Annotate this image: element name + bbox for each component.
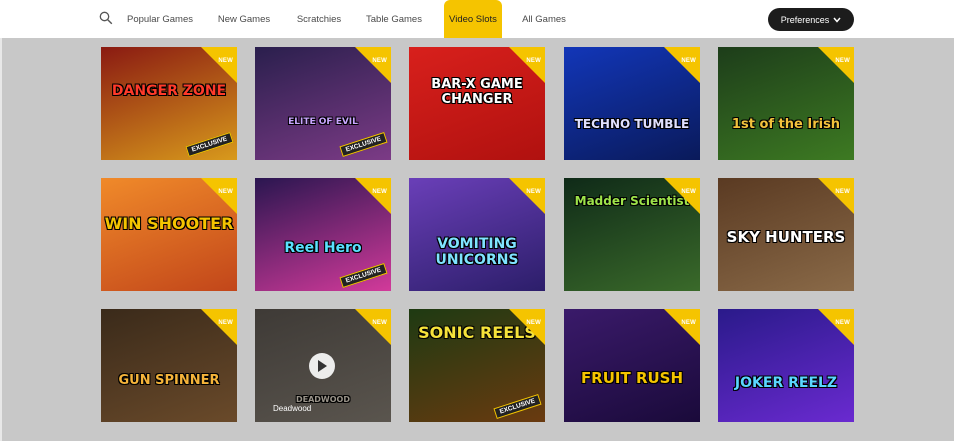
new-badge: NEW xyxy=(835,189,850,195)
new-ribbon xyxy=(664,47,700,83)
new-ribbon xyxy=(664,309,700,345)
game-caption: Deadwood xyxy=(273,404,312,413)
new-ribbon xyxy=(664,178,700,214)
game-title: ELITE OF EVIL xyxy=(288,117,358,127)
preferences-button[interactable]: Preferences xyxy=(768,8,854,31)
game-title: TECHNO TUMBLE xyxy=(574,117,690,131)
game-title: GUN SPINNER xyxy=(118,373,220,388)
new-ribbon xyxy=(509,47,545,83)
game-tile[interactable]: SKY HUNTERS NEW xyxy=(718,178,854,291)
games-grid: DANGER ZONE NEW EXCLUSIVE ELITE OF EVIL NEW… xyxy=(0,38,954,441)
game-tile[interactable]: Madder Scientist NEW xyxy=(564,178,700,291)
top-navigation: Popular Games New Games Scratchies Table… xyxy=(0,0,954,38)
new-badge: NEW xyxy=(681,189,696,195)
game-title: SKY HUNTERS xyxy=(726,228,846,246)
new-ribbon xyxy=(201,178,237,214)
tab-scratchies[interactable]: Scratchies xyxy=(290,0,348,38)
game-tile[interactable]: GUN SPINNER NEW xyxy=(101,309,237,422)
game-tile[interactable]: SONIC REELS NEW EXCLUSIVE xyxy=(409,309,545,422)
game-title: Reel Hero xyxy=(284,240,362,256)
game-tile[interactable]: DANGER ZONE NEW EXCLUSIVE xyxy=(101,47,237,160)
game-tile[interactable]: FRUIT RUSH NEW xyxy=(564,309,700,422)
new-badge: NEW xyxy=(372,320,387,326)
tab-table-games[interactable]: Table Games xyxy=(362,0,426,38)
new-badge: NEW xyxy=(681,58,696,64)
new-badge: NEW xyxy=(835,58,850,64)
game-tile[interactable]: BAR-X GAME CHANGER NEW xyxy=(409,47,545,160)
game-tile[interactable]: JOKER REELZ NEW xyxy=(718,309,854,422)
new-badge: NEW xyxy=(681,320,696,326)
tab-video-slots[interactable]: Video Slots xyxy=(444,0,502,38)
game-title: VOMITING UNICORNS xyxy=(435,236,519,268)
game-tile[interactable]: Reel Hero NEW EXCLUSIVE xyxy=(255,178,391,291)
game-tile[interactable]: TECHNO TUMBLE NEW xyxy=(564,47,700,160)
new-ribbon xyxy=(818,47,854,83)
game-tile[interactable]: VOMITING UNICORNS NEW xyxy=(409,178,545,291)
new-badge: NEW xyxy=(526,58,541,64)
tab-all-games[interactable]: All Games xyxy=(516,0,572,38)
new-ribbon xyxy=(201,309,237,345)
tab-new-games[interactable]: New Games xyxy=(214,0,274,38)
game-title: WIN SHOOTER xyxy=(104,214,234,233)
new-ribbon xyxy=(355,178,391,214)
game-title: DEADWOOD xyxy=(295,395,350,404)
new-badge: NEW xyxy=(835,320,850,326)
new-ribbon xyxy=(818,309,854,345)
preferences-label: Preferences xyxy=(780,14,830,25)
new-badge: NEW xyxy=(526,189,541,195)
new-ribbon xyxy=(818,178,854,214)
new-ribbon xyxy=(201,47,237,83)
new-badge: NEW xyxy=(218,189,233,195)
game-tile[interactable]: WIN SHOOTER NEW xyxy=(101,178,237,291)
play-icon xyxy=(318,360,327,372)
new-badge: NEW xyxy=(526,320,541,326)
new-badge: NEW xyxy=(372,189,387,195)
game-title: 1st of the Irish xyxy=(731,117,841,132)
game-tile[interactable]: DEADWOOD NEW Deadwood xyxy=(255,309,391,422)
new-badge: NEW xyxy=(218,320,233,326)
new-badge: NEW xyxy=(218,58,233,64)
new-badge: NEW xyxy=(372,58,387,64)
new-ribbon xyxy=(509,178,545,214)
tab-popular-games[interactable]: Popular Games xyxy=(122,0,198,38)
play-button[interactable] xyxy=(309,353,335,379)
game-title: JOKER REELZ xyxy=(734,375,838,391)
new-ribbon xyxy=(355,309,391,345)
new-ribbon xyxy=(355,47,391,83)
search-icon[interactable] xyxy=(99,11,113,25)
game-tile[interactable]: ELITE OF EVIL NEW EXCLUSIVE xyxy=(255,47,391,160)
game-title: FRUIT RUSH xyxy=(580,369,684,387)
chevron-down-icon xyxy=(833,17,841,23)
game-tile[interactable]: 1st of the Irish NEW xyxy=(718,47,854,160)
game-title: DANGER ZONE xyxy=(111,83,227,99)
new-ribbon xyxy=(509,309,545,345)
